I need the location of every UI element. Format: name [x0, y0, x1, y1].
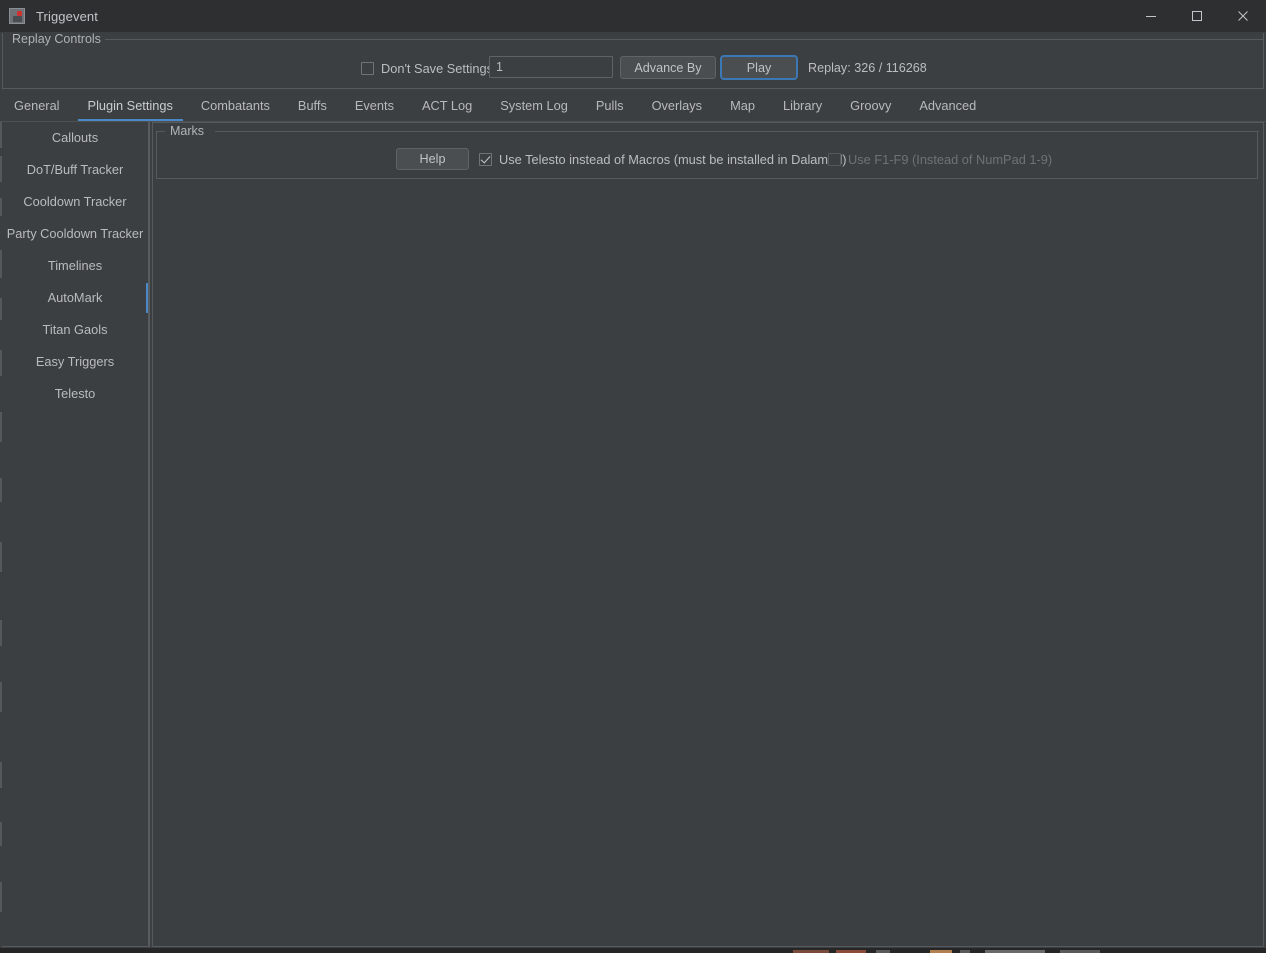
app-icon [9, 8, 25, 24]
checkbox-box-icon [828, 153, 841, 166]
dont-save-settings-checkbox[interactable]: Don't Save Settings [361, 61, 493, 76]
checkbox-checked-icon [479, 153, 492, 166]
close-icon[interactable] [1220, 0, 1266, 32]
marks-border-right-segment [215, 131, 1259, 132]
automark-settings-panel: Marks Help Use Telesto instead of Macros… [152, 122, 1264, 947]
title-bar: Triggevent [0, 0, 1266, 32]
advance-by-button[interactable]: Advance By [620, 56, 716, 79]
tab-events[interactable]: Events [341, 90, 408, 122]
marks-group-box: Marks Help Use Telesto instead of Macros… [156, 124, 1259, 179]
sidebar-item-party-cooldown-tracker[interactable]: Party Cooldown Tracker [2, 218, 148, 250]
tab-advanced[interactable]: Advanced [905, 90, 990, 122]
replay-controls-legend: Replay Controls [8, 32, 105, 46]
use-f1-f9-checkbox: Use F1-F9 (Instead of NumPad 1-9) [828, 152, 1052, 167]
marks-border-left-segment [157, 131, 165, 132]
sidebar-item-timelines[interactable]: Timelines [2, 250, 148, 282]
sidebar-content-divider[interactable] [149, 122, 150, 947]
marks-controls-row: Help Use Telesto instead of Macros (must… [157, 144, 1259, 174]
sidebar-item-titan-gaols[interactable]: Titan Gaols [2, 314, 148, 346]
main-tab-bar: General Plugin Settings Combatants Buffs… [0, 90, 1266, 122]
maximize-icon[interactable] [1174, 0, 1220, 32]
window-controls [1128, 0, 1266, 32]
tab-pulls[interactable]: Pulls [582, 90, 638, 122]
minimize-icon[interactable] [1128, 0, 1174, 32]
tab-combatants[interactable]: Combatants [187, 90, 284, 122]
replay-controls-legend-line [97, 39, 1264, 40]
window-title: Triggevent [36, 8, 98, 24]
replay-controls-legend-tick [2, 39, 3, 45]
application-window: Triggevent Replay Controls Don't Save Se… [0, 0, 1266, 953]
play-button[interactable]: Play [720, 55, 798, 80]
tab-overlays[interactable]: Overlays [638, 90, 717, 122]
background-window-sliver [0, 948, 1266, 953]
help-button[interactable]: Help [396, 148, 469, 170]
sidebar-item-automark[interactable]: AutoMark [2, 282, 148, 314]
replay-status-text: Replay: 326 / 116268 [808, 61, 927, 75]
sidebar-item-dot-buff-tracker[interactable]: DoT/Buff Tracker [2, 154, 148, 186]
sidebar-item-cooldown-tracker[interactable]: Cooldown Tracker [2, 186, 148, 218]
marks-group-legend: Marks [167, 124, 208, 138]
use-f1-f9-label: Use F1-F9 (Instead of NumPad 1-9) [848, 152, 1053, 167]
tab-system-log[interactable]: System Log [486, 90, 582, 122]
tab-general[interactable]: General [0, 90, 74, 122]
tab-list: General Plugin Settings Combatants Buffs… [0, 90, 990, 122]
tab-act-log[interactable]: ACT Log [408, 90, 486, 122]
sidebar-item-easy-triggers[interactable]: Easy Triggers [2, 346, 148, 378]
tab-library[interactable]: Library [769, 90, 836, 122]
advance-by-input[interactable] [489, 56, 613, 78]
tab-buffs[interactable]: Buffs [284, 90, 341, 122]
checkbox-box-icon [361, 62, 374, 75]
use-telesto-label: Use Telesto instead of Macros (must be i… [499, 152, 847, 167]
tab-map[interactable]: Map [716, 90, 769, 122]
tab-plugin-settings[interactable]: Plugin Settings [74, 90, 187, 122]
plugin-settings-sidebar[interactable]: Callouts DoT/Buff Tracker Cooldown Track… [2, 122, 149, 947]
dont-save-settings-label: Don't Save Settings [381, 61, 493, 76]
tab-groovy[interactable]: Groovy [836, 90, 905, 122]
sidebar-item-callouts[interactable]: Callouts [2, 122, 148, 154]
use-telesto-checkbox[interactable]: Use Telesto instead of Macros (must be i… [479, 152, 847, 167]
sidebar-item-telesto[interactable]: Telesto [2, 378, 148, 410]
